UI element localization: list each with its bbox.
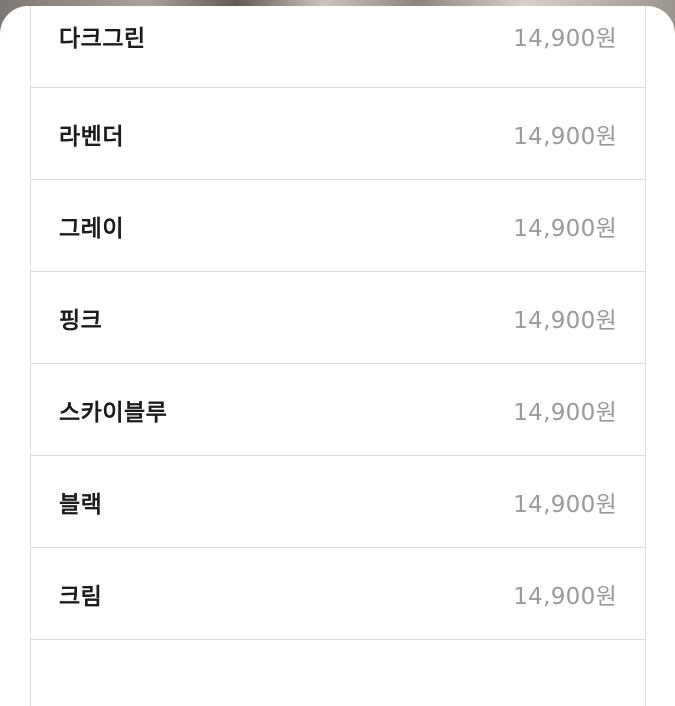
option-price: 14,900원 <box>513 583 617 610</box>
option-row-lavender[interactable]: 라벤더 14,900원 <box>31 88 645 180</box>
option-row-dark-green[interactable]: 다크그린 14,900원 <box>31 6 645 88</box>
option-row-pink[interactable]: 핑크 14,900원 <box>31 272 645 364</box>
option-name: 그레이 <box>59 215 124 242</box>
option-price: 14,900원 <box>513 491 617 518</box>
option-price: 14,900원 <box>513 26 617 52</box>
option-price: 14,900원 <box>513 399 617 426</box>
option-price: 14,900원 <box>513 307 617 334</box>
option-name: 크림 <box>59 583 103 610</box>
option-row-gray[interactable]: 그레이 14,900원 <box>31 180 645 272</box>
option-name: 핑크 <box>59 307 103 334</box>
option-row-cream[interactable]: 크림 14,900원 <box>31 548 645 640</box>
option-row-sky-blue[interactable]: 스카이블루 14,900원 <box>31 364 645 456</box>
option-name: 스카이블루 <box>59 399 168 426</box>
option-name: 라벤더 <box>59 123 124 150</box>
option-row-black[interactable]: 블랙 14,900원 <box>31 456 645 548</box>
option-price: 14,900원 <box>513 123 617 150</box>
option-bottom-sheet: 다크그린 14,900원 라벤더 14,900원 그레이 14,900원 핑크 … <box>0 6 675 706</box>
option-name: 다크그린 <box>59 26 146 52</box>
option-name: 블랙 <box>59 491 103 518</box>
option-list: 다크그린 14,900원 라벤더 14,900원 그레이 14,900원 핑크 … <box>30 6 646 706</box>
option-row-partial[interactable] <box>31 640 645 706</box>
option-price: 14,900원 <box>513 215 617 242</box>
